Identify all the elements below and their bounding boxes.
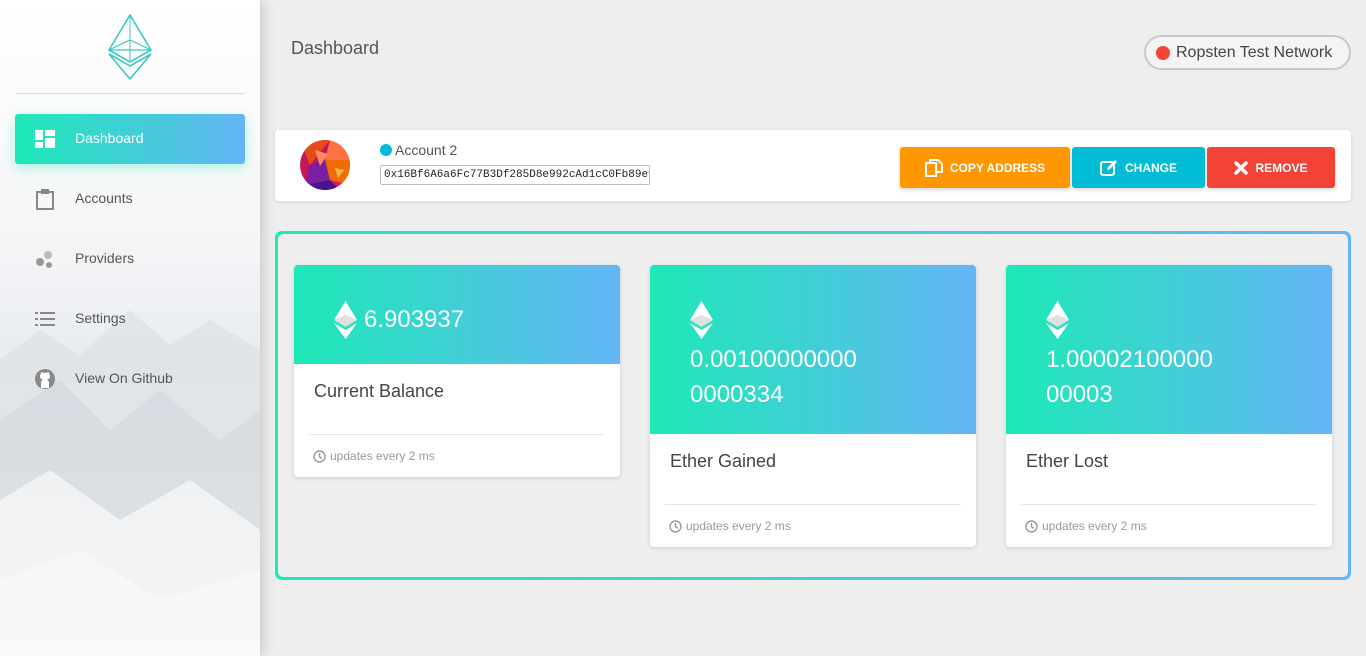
- ethereum-logo-icon[interactable]: [108, 14, 152, 80]
- remove-label: REMOVE: [1255, 160, 1308, 175]
- sidebar-item-label: Providers: [75, 250, 135, 266]
- sidebar-item-settings[interactable]: Settings: [15, 294, 245, 344]
- sidebar-nav: Dashboard Accounts Providers Settings Vi…: [15, 114, 245, 414]
- stat-footer: updates every 2 ms: [313, 449, 435, 463]
- remove-button[interactable]: REMOVE: [1207, 147, 1335, 188]
- sidebar-item-label: Dashboard: [75, 130, 144, 146]
- copy-address-label: COPY ADDRESS: [949, 160, 1046, 175]
- copy-address-button[interactable]: COPY ADDRESS: [900, 147, 1070, 188]
- stat-footer-label: updates every 2 ms: [1042, 519, 1147, 533]
- page-title: Dashboard: [291, 38, 380, 58]
- stat-footer-label: updates every 2 ms: [686, 519, 791, 533]
- network-badge[interactable]: Ropsten Test Network: [1144, 35, 1351, 70]
- sidebar-item-label: View On Github: [75, 370, 173, 386]
- account-bar: Account 2 0x16Bf6A6a6Fc77B3Df285D8e992cA…: [275, 130, 1351, 201]
- ethereum-icon: [334, 301, 357, 339]
- stat-divider: [309, 434, 605, 435]
- ethereum-icon: [1046, 301, 1069, 339]
- stat-card-ether-lost: 1.00002100000 00003 Ether Lost updates e…: [1006, 265, 1332, 547]
- stat-card-header: 6.903937: [294, 265, 620, 364]
- stat-card-header: 1.00002100000 00003: [1006, 265, 1332, 434]
- stat-title: Current Balance: [314, 381, 445, 401]
- sidebar-item-github[interactable]: View On Github: [15, 354, 245, 404]
- change-label: CHANGE: [1124, 160, 1177, 175]
- list-icon: [35, 309, 55, 329]
- ethereum-icon: [690, 301, 713, 339]
- clipboard-icon: [35, 188, 55, 210]
- account-name: Account 2: [380, 142, 457, 158]
- sidebar-item-providers[interactable]: Providers: [15, 234, 245, 284]
- stat-footer: updates every 2 ms: [669, 519, 791, 533]
- stat-value-continued: 00003: [1046, 381, 1113, 408]
- stat-footer: updates every 2 ms: [1025, 519, 1147, 533]
- stat-divider: [1021, 504, 1317, 505]
- clock-icon: [1025, 519, 1038, 533]
- sidebar-item-accounts[interactable]: Accounts: [15, 174, 245, 224]
- dashboard-icon: [35, 129, 55, 149]
- stat-value-continued: 0000334: [690, 381, 784, 408]
- clock-icon: [313, 449, 326, 463]
- stat-title: Ether Gained: [670, 451, 777, 471]
- edit-icon: [1099, 159, 1117, 176]
- account-name-label: Account 2: [395, 142, 458, 158]
- network-status-dot: [1156, 45, 1170, 60]
- clock-icon: [669, 519, 682, 533]
- stat-title: Ether Lost: [1026, 451, 1109, 471]
- stat-value: 0.00100000000: [690, 346, 857, 373]
- stat-divider: [665, 504, 961, 505]
- sidebar-item-label: Settings: [75, 310, 126, 326]
- address-field[interactable]: 0x16Bf6A6a6Fc77B3Df285D8e992cAd1cC0Fb89e…: [380, 165, 650, 185]
- bubbles-icon: [35, 249, 55, 269]
- stat-value: 6.903937: [364, 306, 465, 333]
- close-icon: [1234, 160, 1249, 175]
- sidebar: Dashboard Accounts Providers Settings Vi…: [0, 0, 260, 656]
- stat-footer-label: updates every 2 ms: [330, 449, 435, 463]
- github-icon: [35, 369, 55, 389]
- copy-icon: [924, 158, 943, 177]
- stat-card-header: 0.00100000000 0000334: [650, 265, 976, 434]
- sidebar-item-label: Accounts: [75, 190, 133, 206]
- logo-divider: [15, 93, 245, 94]
- sidebar-item-dashboard[interactable]: Dashboard: [15, 114, 245, 164]
- stat-card-current-balance: 6.903937 Current Balance updates every 2…: [294, 265, 620, 477]
- account-status-dot: [380, 144, 392, 156]
- account-avatar: [300, 140, 350, 190]
- stat-value: 1.00002100000: [1046, 346, 1213, 373]
- change-button[interactable]: CHANGE: [1072, 147, 1205, 188]
- stat-card-ether-gained: 0.00100000000 0000334 Ether Gained updat…: [650, 265, 976, 547]
- network-label: Ropsten Test Network: [1176, 43, 1333, 61]
